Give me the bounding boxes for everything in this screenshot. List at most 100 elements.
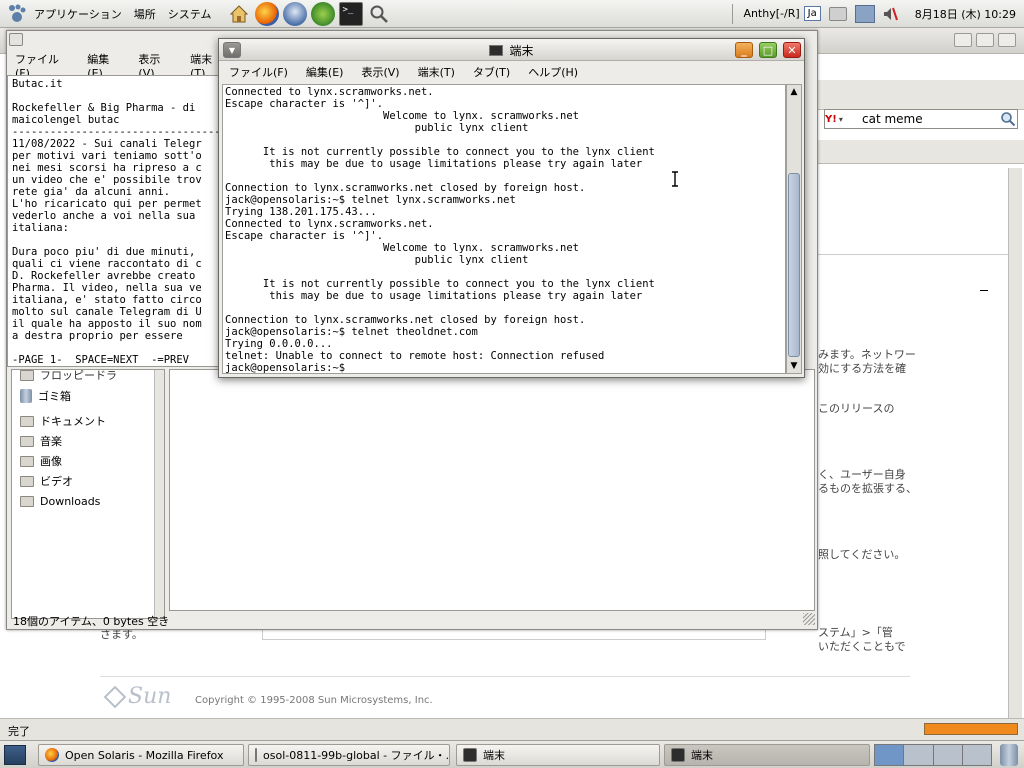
home-icon[interactable] [227,2,251,26]
term-menu-terminal[interactable]: 端末(T) [418,64,455,80]
task-terminal-1[interactable]: 端末 [456,744,660,766]
sidebar-scrollbar[interactable] [154,370,164,618]
sidebar-item-videos[interactable]: ビデオ [20,472,73,490]
terminal-line: Escape character is '^]'. [225,98,384,110]
file-manager-menu-button[interactable] [9,33,23,46]
search-input[interactable] [858,109,1018,129]
workspace-3[interactable] [933,745,963,765]
trash-applet-icon[interactable] [1000,744,1018,766]
task-label: Open Solaris - Mozilla Firefox [65,748,224,762]
search-go-icon[interactable] [1000,111,1016,127]
network-icon[interactable] [854,4,875,23]
close-button[interactable]: ✕ [783,42,801,58]
minimize-button[interactable]: _ [735,42,753,58]
clock[interactable]: 8月18日 (木) 10:29 [909,6,1022,22]
workspace-4[interactable] [962,745,991,765]
sidebar-item-downloads[interactable]: Downloads [20,492,100,510]
folder-icon [20,435,34,447]
task-terminal-2[interactable]: 端末 [664,744,870,766]
task-file-manager[interactable]: osol-0811-99b-global - ファイル・... [248,744,450,766]
pager-line: nei mesi scorsi ha ripreso a c [12,162,202,174]
sidebar-item-pictures[interactable]: 画像 [20,452,62,470]
term-menu-file[interactable]: ファイル(F) [229,64,288,80]
sidebar-item-label: ビデオ [40,475,73,488]
sidebar-item-label: 音楽 [40,435,62,448]
pager-line: italiana: [12,222,69,234]
firefox-maximize-button[interactable] [976,33,994,47]
firefox-icon[interactable] [255,1,280,26]
term-menu-help[interactable]: ヘルプ(H) [528,64,578,80]
progress-bar [924,723,1018,735]
sidebar-item-documents[interactable]: ドキュメント [20,412,106,430]
firefox-close-button[interactable] [998,33,1016,47]
terminal-line: jack@opensolaris:~$ [225,362,352,374]
pager-line [12,342,214,354]
pager-line: L'ho ricaricato qui per permet [12,198,202,210]
terminal-menubar: ファイル(F) 編集(E) 表示(V) 端末(T) タブ(T) ヘルプ(H) [219,61,804,83]
workspace-switcher[interactable] [874,744,992,766]
terminal-launcher-icon[interactable]: >_ [339,1,364,26]
scroll-thumb[interactable] [788,173,800,357]
file-view[interactable] [169,369,815,611]
ime-status[interactable]: Anthy[-/R] [739,7,803,20]
ime-lang-button[interactable]: Ja [803,6,821,21]
task-label: 端末 [483,749,505,762]
folder-icon [20,455,34,467]
pager-line: un video che e' possibile trov [12,174,202,186]
applications-menu[interactable]: アプリケーション [28,6,128,22]
places-sidebar: フロッピードラ ゴミ箱 ドキュメント 音楽 画像 ビデオ Downloads [11,369,165,619]
pager-line: per motivi vari teniamo sott'o [12,150,202,162]
terminal-title-text: 端末 [509,43,534,58]
sidebar-item-music[interactable]: 音楽 [20,432,62,450]
terminal-scrollbar[interactable]: ▲ ▼ [786,84,802,374]
terminal-line: Connection to lynx.scramworks.net closed… [225,182,586,194]
workspace-1[interactable] [875,745,905,765]
search-engine-button[interactable]: Y! ▾ [824,109,858,129]
gnome-foot-icon[interactable] [6,3,28,25]
firefox-content-right: Y!▾ みます。ネットワー 効にする方法を確 このリリースの く、ユーザー自身 … [818,54,1024,742]
drive-icon [20,369,34,381]
term-menu-edit[interactable]: 編集(E) [306,64,344,80]
firefox-toolbar [818,80,1024,110]
show-desktop-icon[interactable] [4,745,26,765]
task-firefox[interactable]: Open Solaris - Mozilla Firefox [38,744,244,766]
maximize-button[interactable]: □ [759,42,777,58]
scroll-up-arrow[interactable]: ▲ [787,85,801,99]
system-menu[interactable]: システム [162,6,218,22]
terminal-line: Connection to lynx.scramworks.net closed… [225,314,586,326]
term-menu-tab[interactable]: タブ(T) [473,64,510,80]
places-menu[interactable]: 場所 [128,6,162,22]
volume-muted-icon[interactable] [881,5,899,23]
file-manager-status: 18個のアイテム、0 bytes 空き [13,615,170,628]
resize-grip[interactable] [803,613,815,625]
thunderbird-icon[interactable] [283,1,308,26]
firefox-icon [45,748,59,762]
pager-text: Butac.it Rockefeller & Big Pharma - di mai… [7,75,219,367]
folder-icon [20,415,34,427]
terminal-screen[interactable]: Connected to lynx.scramworks.net. Escape … [222,84,786,374]
printer-icon[interactable] [828,6,847,21]
firefox-minimize-button[interactable] [954,33,972,47]
terminal-icon [671,748,685,762]
workspace-2[interactable] [904,745,934,765]
terminal-line: Connected to lynx.scramworks.net. [225,218,434,230]
scroll-down-arrow[interactable]: ▼ [787,359,801,373]
terminal-window: ▼ 端末 _ □ ✕ ファイル(F) 編集(E) 表示(V) 端末(T) タブ(… [218,38,805,378]
firefox-scrollbar[interactable] [1008,168,1022,742]
update-icon[interactable] [311,1,336,26]
terminal-line: Trying 138.201.175.43... [225,206,377,218]
terminal-line: public lynx client [225,254,529,266]
sidebar-item-partial[interactable]: フロッピードラ [20,366,117,384]
terminal-line: telnet: Unable to connect to remote host… [225,350,605,362]
sidebar-item-trash[interactable]: ゴミ箱 [20,387,71,405]
pager-line: rete gia' da alcuni anni. [12,186,171,198]
terminal-titlebar[interactable]: ▼ 端末 _ □ ✕ [219,39,804,61]
search-icon[interactable] [367,2,391,26]
terminal-line: jack@opensolaris:~$ telnet theoldnet.com [225,326,478,338]
panel-separator [732,3,735,24]
term-menu-view[interactable]: 表示(V) [361,64,399,80]
